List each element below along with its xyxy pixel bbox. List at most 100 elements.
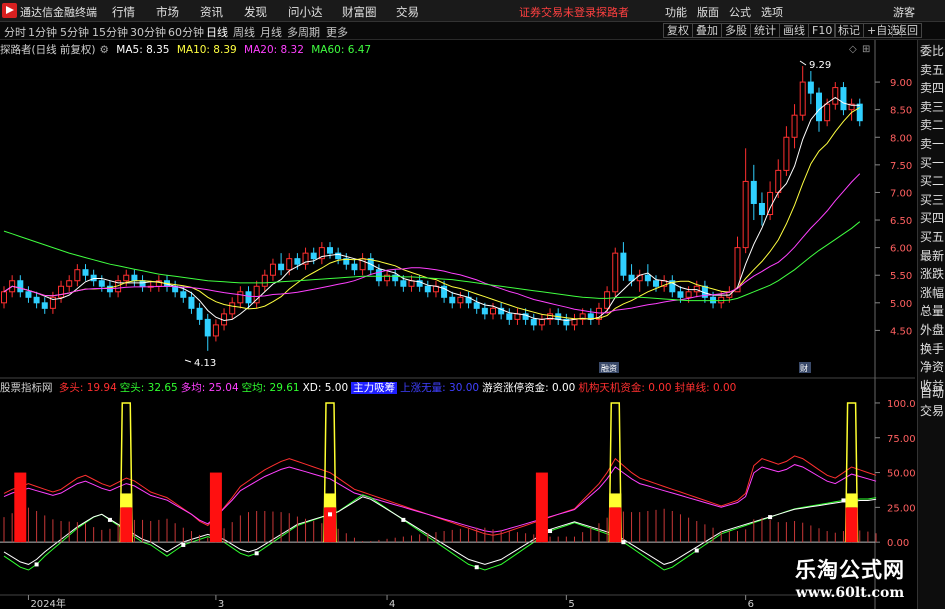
watermark-url: www.60lt.com	[795, 585, 905, 601]
side-tab[interactable]: 买四	[918, 209, 945, 227]
settings-icon[interactable]: ⚙	[100, 44, 109, 56]
menu-function[interactable]: 功能	[665, 4, 687, 20]
indicator-name[interactable]: 股票指标网	[0, 382, 53, 394]
period-60min[interactable]: 60分钟	[168, 24, 204, 40]
period-more[interactable]: 更多	[326, 24, 348, 40]
mark-button[interactable]: 标记	[834, 23, 864, 38]
app-logo-icon	[2, 3, 17, 18]
indicator-tick-label: 25.00	[887, 503, 915, 514]
candle-body	[424, 285, 431, 293]
candle-body	[791, 114, 798, 138]
menu-news[interactable]: 资讯	[200, 4, 223, 20]
watermark-title: 乐淘公式网	[795, 558, 905, 582]
candle-body	[824, 103, 831, 122]
side-tab[interactable]: 净资	[918, 358, 945, 376]
menu-formula[interactable]: 公式	[729, 4, 751, 20]
menu-discover[interactable]: 发现	[244, 4, 267, 20]
overlay-button[interactable]: 叠加	[692, 23, 722, 38]
indicator-legend-item: 空均: 29.61	[241, 382, 300, 394]
menu-wealth[interactable]: 财富圈	[342, 4, 377, 20]
period-5min[interactable]: 5分钟	[60, 24, 89, 40]
candle-body	[139, 280, 146, 287]
bear-dot	[694, 548, 699, 553]
side-tab[interactable]: 买三	[918, 191, 945, 209]
menu-ask[interactable]: 问小达	[288, 4, 323, 20]
period-timeshare[interactable]: 分时	[4, 24, 26, 40]
signal-bar-red	[609, 507, 622, 543]
period-30min[interactable]: 30分钟	[130, 24, 166, 40]
side-tab[interactable]: 买一	[918, 154, 945, 172]
side-tab[interactable]: 买二	[918, 172, 945, 190]
side-tab[interactable]: 卖一	[918, 135, 945, 153]
login-notice[interactable]: 证券交易未登录	[519, 4, 596, 20]
time-tick-label: 6	[748, 599, 754, 609]
candle-body	[775, 169, 782, 193]
side-tab[interactable]: 换手	[918, 340, 945, 358]
side-tab[interactable]: 涨跌	[918, 265, 945, 283]
guest-button[interactable]: 游客	[893, 4, 915, 20]
side-tab-auto-trade[interactable]: 自动	[918, 384, 945, 402]
side-tab[interactable]: 涨幅	[918, 284, 945, 302]
candle-body	[25, 291, 32, 298]
bear-dot	[328, 512, 332, 517]
indicator-legend: 股票指标网 多头: 19.94 空头: 32.65 多均: 25.04 空均: 29.…	[0, 380, 742, 394]
side-tab[interactable]: 卖三	[918, 98, 945, 116]
period-multi[interactable]: 多周期	[287, 24, 320, 40]
candle-body	[530, 318, 537, 326]
multi-stock-button[interactable]: 多股	[721, 23, 751, 38]
price-tick-label: 6.00	[890, 244, 912, 255]
bear-dot	[474, 565, 479, 570]
side-tab[interactable]: 最新	[918, 247, 945, 265]
stats-button[interactable]: 统计	[750, 23, 780, 38]
candle-body	[612, 252, 619, 293]
kline-chart[interactable]: 9.00 8.50 8.00 7.50 7.00 6.50 6.00 5.50 5.00 4.50…	[0, 40, 933, 609]
candle-body	[204, 318, 211, 337]
side-tab[interactable]: 总量	[918, 302, 945, 320]
menu-layout[interactable]: 版面	[697, 4, 719, 20]
signal-bar-red	[14, 472, 27, 543]
menu-quotes[interactable]: 行情	[112, 4, 135, 20]
candle-body	[237, 291, 244, 304]
candle-body	[41, 302, 48, 309]
side-tab[interactable]: 委比	[918, 42, 945, 60]
adjust-button[interactable]: 复权	[663, 23, 693, 38]
bear-dot	[34, 562, 39, 567]
side-tab[interactable]: 卖四	[918, 79, 945, 97]
side-tab[interactable]: 卖五	[918, 61, 945, 79]
event-mark-finance: 财	[800, 363, 808, 373]
period-weekly[interactable]: 周线	[233, 24, 255, 40]
price-axis: 9.00 8.50 8.00 7.50 7.00 6.50 6.00 5.50 5.00 4.50	[875, 78, 912, 337]
period-monthly[interactable]: 月线	[260, 24, 282, 40]
diamond-icon[interactable]: ◇	[849, 44, 857, 55]
menu-trade[interactable]: 交易	[396, 4, 419, 20]
stock-name-link[interactable]: 探路者	[596, 4, 629, 20]
draw-line-button[interactable]: 画线	[779, 23, 809, 38]
indicator-legend-item: 游资涨停资金: 0.00	[482, 382, 576, 394]
stock-title: 探路者(日线 前复权)	[0, 44, 96, 56]
side-tabs: 委比 卖五 卖四 卖三 卖二 卖一 买一 买二 买三 买四 买五 最新 涨跌 涨幅 总量 外盘 换手 净资 收益 自动…	[917, 40, 945, 609]
candle-body	[245, 291, 252, 304]
signal-bar-red	[209, 472, 222, 543]
expand-icon[interactable]: ⊞	[862, 44, 870, 55]
period-daily[interactable]: 日线	[206, 24, 228, 40]
menu-market[interactable]: 市场	[156, 4, 179, 20]
side-tab[interactable]: 买五	[918, 228, 945, 246]
candle-body	[17, 280, 24, 293]
chart-area[interactable]: 9.00 8.50 8.00 7.50 7.00 6.50 6.00 5.50 5.00 4.50…	[0, 40, 933, 609]
menu-options[interactable]: 选项	[761, 4, 783, 20]
back-button[interactable]: 返回	[892, 23, 922, 38]
side-tab[interactable]: 卖二	[918, 116, 945, 134]
time-tick-label: 5	[568, 599, 574, 609]
f10-button[interactable]: F10	[808, 23, 837, 38]
price-tick-label: 5.50	[890, 271, 912, 282]
high-price-label: 9.29	[809, 60, 831, 71]
candle-body	[98, 280, 105, 287]
period-1min[interactable]: 1分钟	[28, 24, 57, 40]
side-tab-auto-trade[interactable]: 交易	[918, 402, 945, 420]
candle-body	[457, 296, 464, 304]
candle-body	[1, 291, 7, 304]
candle-body	[571, 318, 578, 326]
side-tab[interactable]: 外盘	[918, 321, 945, 339]
period-15min[interactable]: 15分钟	[92, 24, 128, 40]
event-mark-1[interactable]	[428, 363, 431, 373]
